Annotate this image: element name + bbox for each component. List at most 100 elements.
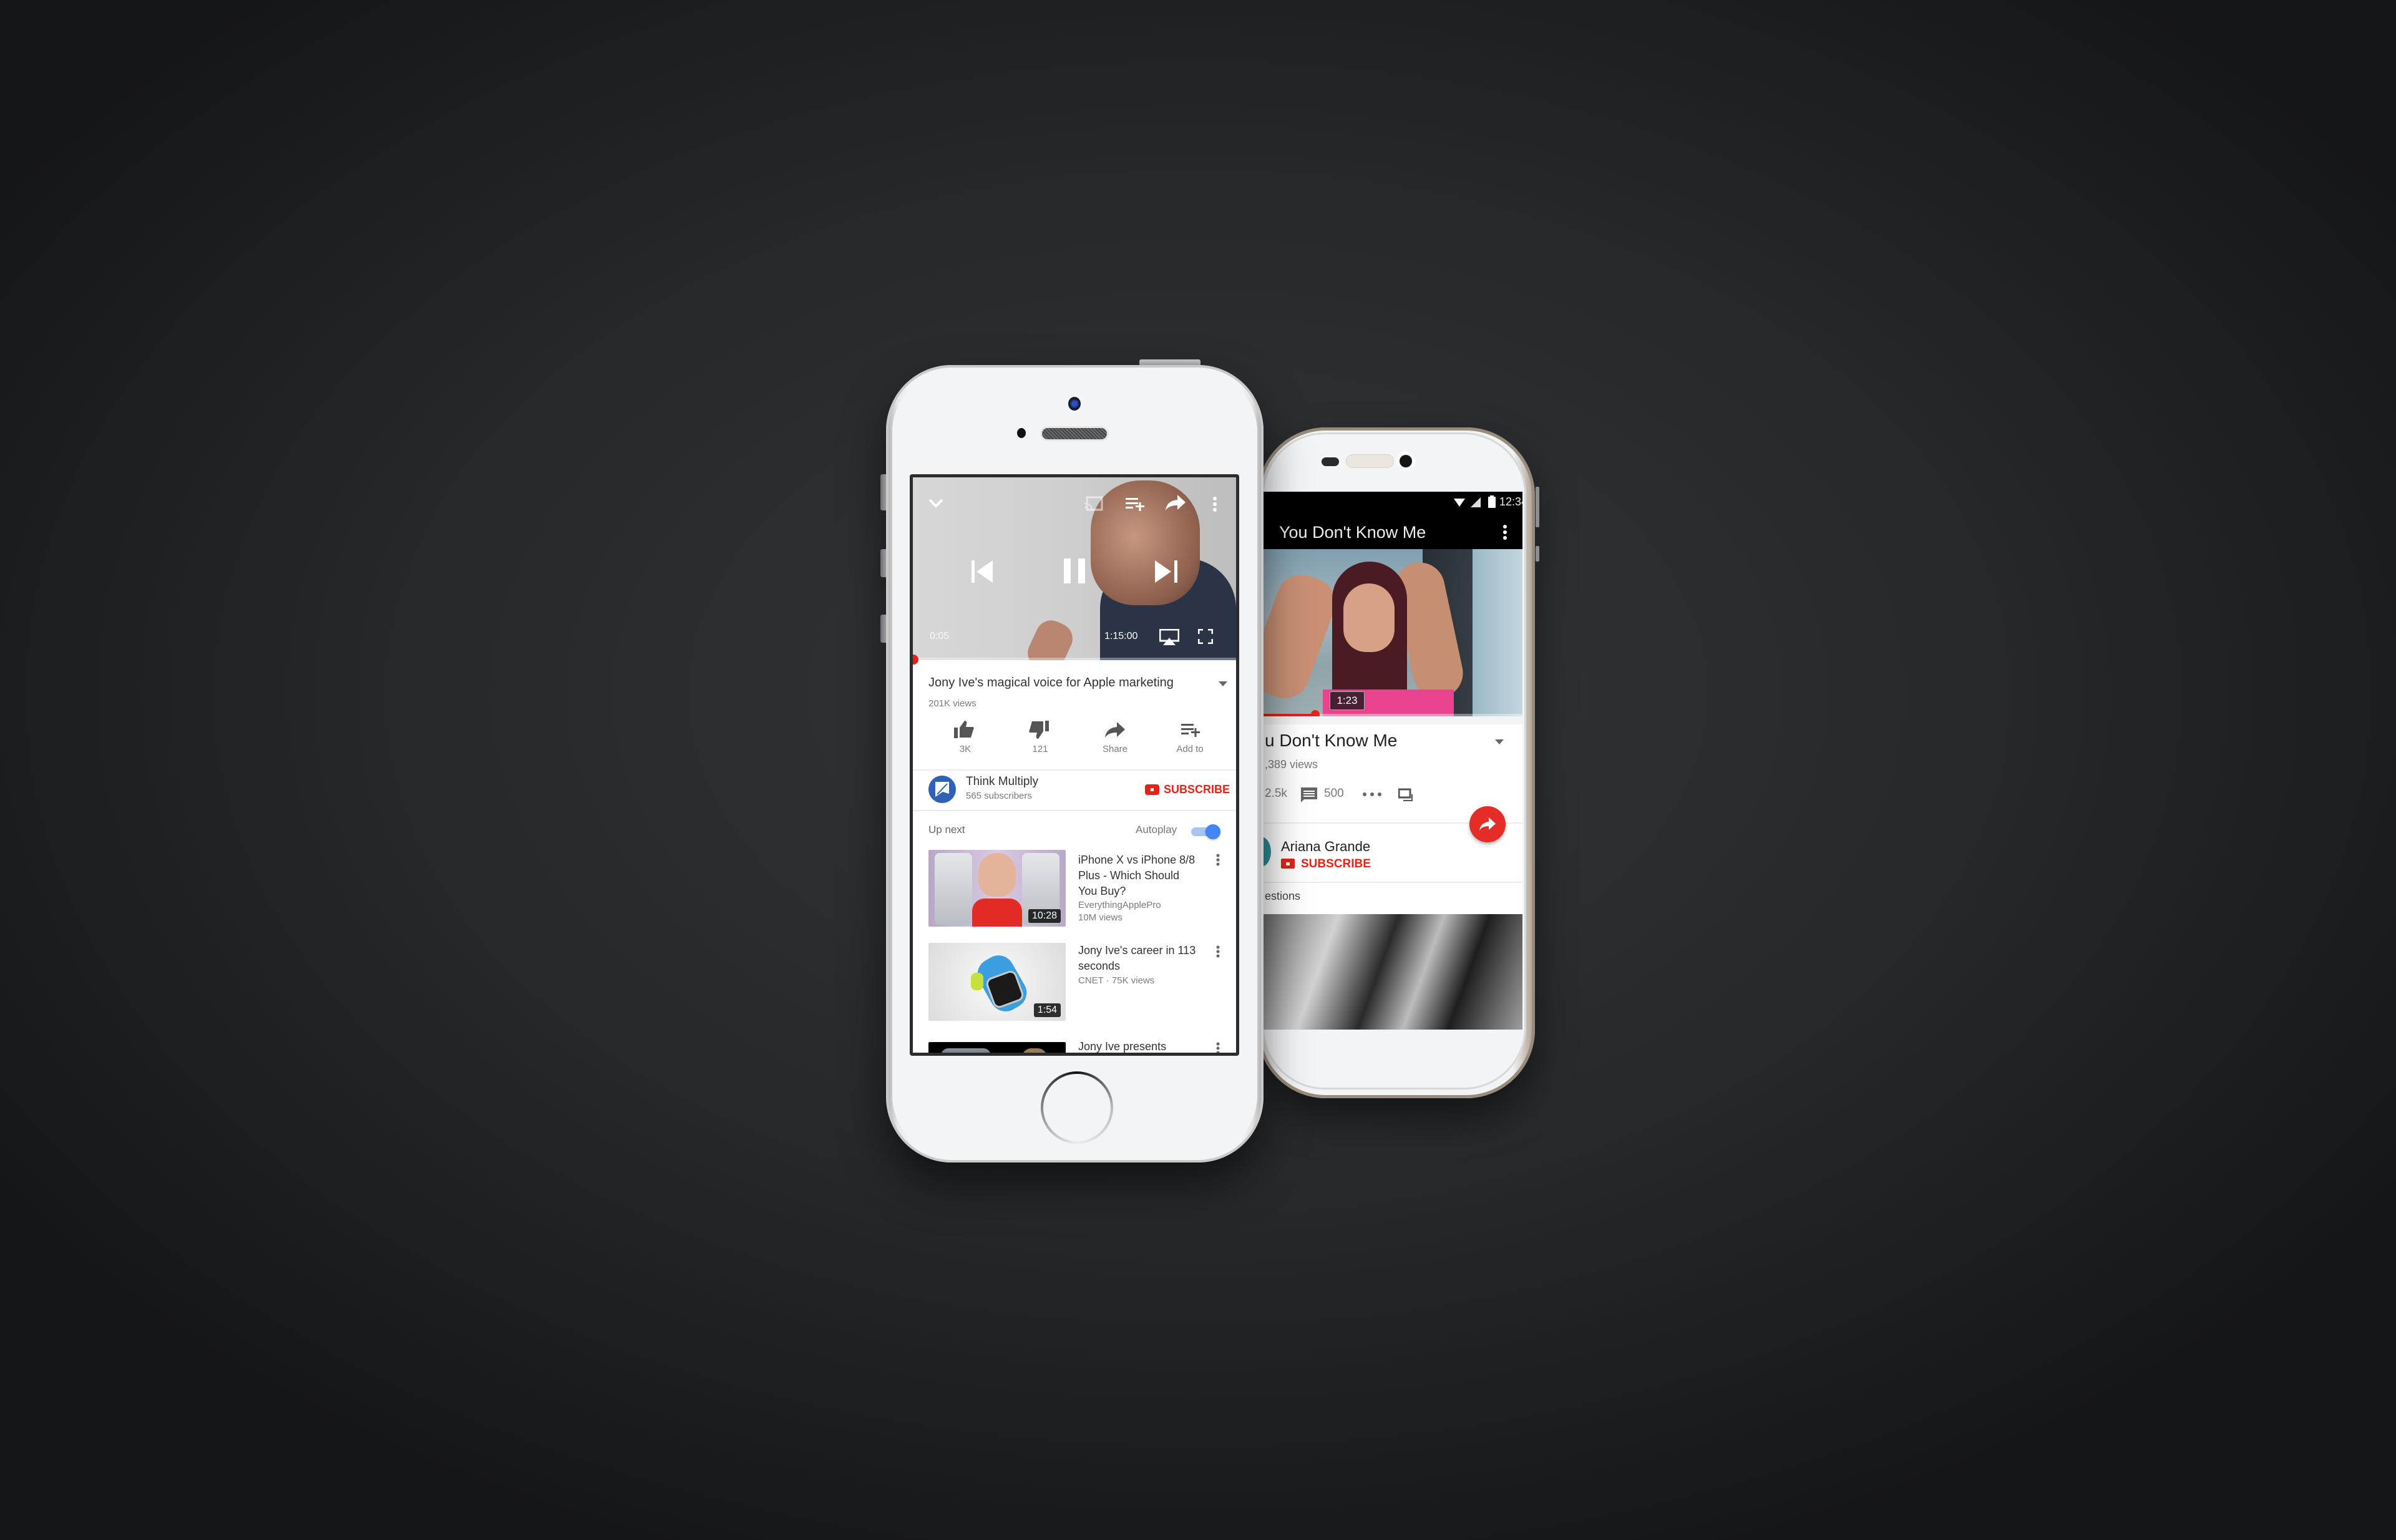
like-count[interactable]: 2.5k [1265, 787, 1287, 801]
up-next-title: iPhone X vs iPhone 8/8 Plus - Which Shou… [1078, 854, 1196, 897]
thumb-shirt [972, 899, 1022, 927]
add-to-playlist-icon[interactable] [1126, 496, 1144, 512]
divider [913, 810, 1236, 811]
youtube-logo-icon [1145, 784, 1159, 795]
like-button[interactable]: 3K [938, 721, 993, 758]
share-button[interactable]: Share [1088, 721, 1142, 758]
suggestion-thumbnail[interactable] [1264, 914, 1522, 1030]
more-vert-icon[interactable] [1502, 524, 1507, 540]
subscribe-button[interactable]: SUBSCRIBE [1145, 782, 1232, 797]
video-thumbnail[interactable] [928, 1042, 1066, 1053]
battery-icon [1488, 495, 1496, 508]
dislike-count: 121 [1032, 744, 1048, 754]
iphone-screen: 0:05 1:15:00 Jony Ive's magical voice fo… [910, 474, 1239, 1056]
up-next-item[interactable]: 1:54 Jony Ive's career in 113 seconds CN… [913, 943, 1236, 1024]
share-label: Share [1102, 744, 1128, 754]
iphone-volume-down [880, 615, 886, 643]
view-count: ,389 views [1265, 758, 1318, 771]
subscribe-label: SUBSCRIBE [1164, 783, 1230, 796]
thumb-object [941, 1048, 991, 1053]
add-to-label: Add to [1176, 744, 1204, 754]
channel-logo-icon [935, 782, 949, 797]
iphone-proximity-sensor [1017, 428, 1026, 438]
like-count: 3K [959, 744, 972, 754]
video-face [1343, 583, 1395, 652]
up-next-meta: CNET · 75K views [1078, 975, 1155, 986]
comment-icon[interactable] [1301, 787, 1317, 802]
video-title: Jony Ive's magical voice for Apple marke… [928, 676, 1174, 690]
skip-previous-icon[interactable] [972, 560, 994, 583]
add-to-button[interactable]: Add to [1162, 721, 1217, 758]
up-next-channel: EverythingApplePro [1078, 900, 1161, 910]
thumb-down-icon [1029, 721, 1049, 739]
share-fab[interactable] [1469, 806, 1506, 842]
expand-description-icon[interactable] [1495, 739, 1504, 744]
channel-name[interactable]: Ariana Grande [1281, 839, 1370, 855]
signal-icon [1471, 497, 1481, 507]
share-icon [1105, 722, 1125, 738]
iphone-home-button[interactable] [1041, 1071, 1113, 1144]
up-next-title: Jony Ive's career in 113 seconds [1078, 944, 1196, 972]
android-power-button [1536, 487, 1539, 527]
android-earpiece-speaker [1347, 455, 1393, 467]
progress-track[interactable] [913, 658, 1236, 660]
collapse-chevron-icon[interactable] [928, 499, 943, 509]
video-thumbnail[interactable]: 1:54 [928, 943, 1066, 1021]
share-icon[interactable] [1166, 495, 1186, 511]
up-next-label: Up next [928, 824, 965, 836]
more-vert-icon[interactable] [1216, 854, 1220, 866]
progress-scrubber-handle[interactable] [1311, 710, 1320, 716]
channel-avatar[interactable] [1264, 837, 1271, 867]
fullscreen-icon[interactable] [1198, 629, 1213, 644]
dislike-button[interactable]: 121 [1013, 721, 1068, 758]
more-horiz-icon[interactable] [1362, 792, 1382, 797]
channel-avatar[interactable] [928, 776, 956, 803]
up-next-title: Jony Ive presents [1078, 1040, 1167, 1053]
progress-scrubber-handle[interactable] [913, 655, 919, 665]
more-vert-icon[interactable] [1216, 945, 1220, 958]
pause-icon[interactable] [1064, 558, 1085, 583]
android-screen: 12:34 You Don't Know Me 1:23 u Don't Kno… [1264, 492, 1522, 1030]
iphone-volume-up [880, 549, 886, 577]
skip-next-icon[interactable] [1155, 560, 1177, 583]
video-background-window [1473, 549, 1522, 716]
comment-count[interactable]: 500 [1324, 787, 1344, 801]
youtube-logo-icon [1281, 859, 1295, 869]
thumb-face [978, 853, 1016, 897]
video-thumbnail[interactable]: 10:28 [928, 850, 1066, 927]
duration: 1:15:00 [1104, 631, 1138, 641]
add-to-playlist-icon[interactable] [1398, 788, 1413, 802]
video-duration: 1:54 [1033, 1003, 1061, 1017]
autoplay-toggle[interactable] [1191, 824, 1221, 839]
iphone-front-camera [1068, 397, 1081, 411]
more-vert-icon[interactable] [1216, 1042, 1220, 1055]
progress-fill [1264, 714, 1315, 716]
video-player[interactable]: 0:05 1:15:00 [913, 477, 1236, 660]
channel-name[interactable]: Think Multiply [966, 775, 1038, 789]
scrub-time-tooltip: 1:23 [1330, 691, 1365, 710]
subscribe-button[interactable]: SUBSCRIBE [1301, 857, 1371, 871]
cast-icon[interactable] [1084, 496, 1103, 512]
video-title: u Don't Know Me [1265, 731, 1398, 750]
thumb-person [1022, 1048, 1047, 1053]
video-info-panel: u Don't Know Me ,389 views 2.5k 500 Aria… [1264, 724, 1522, 1030]
video-player[interactable]: 1:23 [1264, 549, 1522, 716]
airplay-icon[interactable] [1159, 629, 1179, 645]
toolbar-title: You Don't Know Me [1279, 523, 1426, 542]
thumb-phone-left [935, 853, 972, 925]
section-label-suggestions: estions [1265, 890, 1301, 902]
android-front-camera [1400, 455, 1412, 467]
more-vert-icon[interactable] [1212, 496, 1217, 512]
up-next-item[interactable]: 10:28 iPhone X vs iPhone 8/8 Plus - Whic… [913, 850, 1236, 931]
iphone-mute-switch [880, 474, 886, 510]
status-bar: 12:34 [1264, 492, 1522, 513]
app-toolbar: You Don't Know Me [1264, 513, 1522, 549]
expand-description-icon[interactable] [1219, 681, 1227, 686]
subscriber-count: 565 subscribers [966, 791, 1032, 801]
thumb-watch-accent [971, 973, 983, 990]
up-next-item[interactable]: Jony Ive presents [913, 1040, 1236, 1055]
share-icon [1479, 817, 1496, 831]
iphone-earpiece-speaker [1042, 428, 1107, 439]
android-volume-button [1536, 546, 1539, 562]
video-duration: 10:28 [1028, 909, 1061, 923]
